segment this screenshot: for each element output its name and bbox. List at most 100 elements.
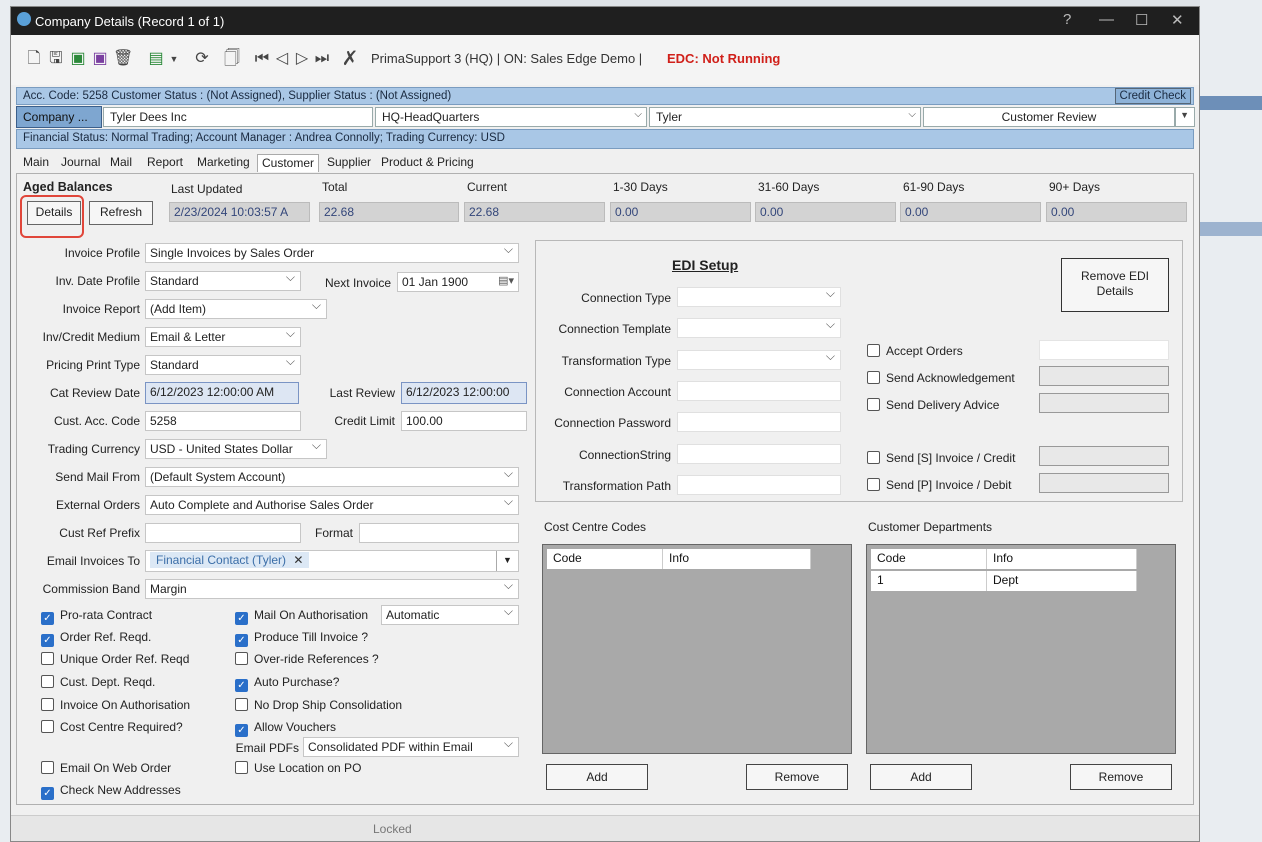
save-new-icon[interactable]: ▣: [69, 49, 87, 69]
trading-currency-select[interactable]: USD - United States Dollar: [145, 439, 327, 459]
remove-edi-button[interactable]: Remove EDI Details: [1061, 258, 1169, 312]
new-icon[interactable]: 🗋: [25, 49, 43, 69]
save-close-icon[interactable]: ▣: [91, 49, 109, 69]
invoice-on-auth-checkbox[interactable]: Invoice On Authorisation: [41, 698, 190, 712]
cust-acc-input[interactable]: 5258: [145, 411, 301, 431]
credit-limit-input[interactable]: 100.00: [401, 411, 527, 431]
cost-centre-add-button[interactable]: Add: [546, 764, 648, 790]
auto-purchase-checkbox[interactable]: ✓ Auto Purchase?: [235, 675, 339, 692]
accept-orders-checkbox[interactable]: Accept Orders: [867, 344, 963, 358]
transformation-path-input[interactable]: [677, 475, 841, 495]
departments-col-code[interactable]: Code: [871, 549, 987, 569]
departments-col-info[interactable]: Info: [987, 549, 1137, 569]
connection-string-input[interactable]: [677, 444, 841, 464]
customer-review-button[interactable]: Customer Review: [923, 107, 1175, 127]
refresh-button[interactable]: Refresh: [89, 201, 153, 225]
print-dropdown-icon[interactable]: ▼: [165, 49, 183, 69]
transformation-type-select[interactable]: [677, 350, 841, 370]
tab-journal[interactable]: Journal: [57, 154, 104, 172]
tab-main[interactable]: Main: [19, 154, 53, 172]
tab-mail[interactable]: Mail: [106, 154, 136, 172]
email-invoices-field[interactable]: Financial Contact (Tyler) ✕ ▼: [145, 550, 519, 572]
email-on-web-order-checkbox[interactable]: Email On Web Order: [41, 761, 171, 775]
next-record-icon[interactable]: ▷: [293, 49, 311, 69]
invoice-profile-select[interactable]: Single Invoices by Sales Order: [145, 243, 519, 263]
help-button[interactable]: ?: [1063, 11, 1071, 28]
email-pdfs-select[interactable]: Consolidated PDF within Email: [303, 737, 519, 757]
maximize-button[interactable]: ☐: [1135, 11, 1148, 29]
remove-tag-icon[interactable]: ✕: [293, 553, 303, 567]
dropdown-arrow-icon[interactable]: ▼: [496, 551, 518, 571]
pricing-print-select[interactable]: Standard: [145, 355, 301, 375]
cost-centre-col-code[interactable]: Code: [547, 549, 663, 569]
cust-ref-input[interactable]: [145, 523, 301, 543]
connection-template-select[interactable]: [677, 318, 841, 338]
tab-customer[interactable]: Customer: [257, 154, 320, 172]
produce-till-checkbox[interactable]: ✓ Produce Till Invoice ?: [235, 630, 368, 647]
last-record-icon[interactable]: ⏭: [313, 49, 331, 69]
cost-centre-col-info[interactable]: Info: [663, 549, 811, 569]
departments-row-info[interactable]: Dept: [987, 571, 1137, 591]
external-orders-select[interactable]: Auto Complete and Authorise Sales Order: [145, 495, 519, 515]
company-name-field[interactable]: Tyler Dees Inc: [103, 107, 373, 127]
departments-grid[interactable]: Code Info 1 Dept: [866, 544, 1176, 754]
previous-record-icon[interactable]: ◁: [273, 49, 291, 69]
credit-check-button[interactable]: Credit Check: [1114, 88, 1191, 104]
cost-centre-required-checkbox[interactable]: Cost Centre Required?: [41, 720, 183, 734]
accept-orders-input[interactable]: [1039, 340, 1169, 360]
commission-select[interactable]: Margin: [145, 579, 519, 599]
cat-review-date[interactable]: 6/12/2023 12:00:00 AM: [145, 382, 299, 404]
send-mail-select[interactable]: (Default System Account): [145, 467, 519, 487]
refresh-icon[interactable]: ⟳: [193, 49, 211, 69]
minimize-button[interactable]: —: [1099, 11, 1114, 28]
send-p-invoice-checkbox[interactable]: Send [P] Invoice / Debit: [867, 478, 1011, 492]
tab-marketing[interactable]: Marketing: [193, 154, 254, 172]
save-icon[interactable]: 🖫: [47, 49, 65, 69]
next-invoice-date[interactable]: 01 Jan 1900 ▤▾: [397, 272, 519, 292]
override-references-checkbox[interactable]: Over-ride References ?: [235, 652, 379, 666]
close-button[interactable]: ✕: [1171, 11, 1184, 29]
company-button[interactable]: Company ...: [16, 106, 102, 128]
check-new-addresses-checkbox[interactable]: ✓ Check New Addresses: [41, 783, 181, 800]
send-delivery-advice-checkbox[interactable]: Send Delivery Advice: [867, 398, 999, 412]
send-s-invoice-checkbox[interactable]: Send [S] Invoice / Credit: [867, 451, 1015, 465]
cust-dept-checkbox[interactable]: Cust. Dept. Reqd.: [41, 675, 155, 689]
cost-centre-grid[interactable]: Code Info: [542, 544, 852, 754]
connection-account-input[interactable]: [677, 381, 841, 401]
send-p-invoice-input[interactable]: [1039, 473, 1169, 493]
delete-icon[interactable]: 🗑: [113, 49, 133, 69]
mail-on-auth-select[interactable]: Automatic: [381, 605, 519, 625]
copy-icon[interactable]: 🗍: [223, 49, 241, 69]
inv-date-profile-select[interactable]: Standard: [145, 271, 301, 291]
print-icon[interactable]: ▤: [147, 49, 165, 69]
use-location-checkbox[interactable]: Use Location on PO: [235, 761, 361, 775]
unique-order-ref-checkbox[interactable]: Unique Order Ref. Reqd: [41, 652, 189, 666]
allow-vouchers-checkbox[interactable]: ✓ Allow Vouchers: [235, 720, 336, 737]
tab-report[interactable]: Report: [143, 154, 187, 172]
contact-select[interactable]: Tyler ⌵: [649, 107, 921, 127]
last-review-date[interactable]: 6/12/2023 12:00:00: [401, 382, 527, 404]
send-acknowledgement-checkbox[interactable]: Send Acknowledgement: [867, 371, 1015, 385]
send-acknowledgement-input[interactable]: [1039, 366, 1169, 386]
connection-type-select[interactable]: [677, 287, 841, 307]
departments-row-code[interactable]: 1: [871, 571, 987, 591]
no-drop-ship-checkbox[interactable]: No Drop Ship Consolidation: [235, 698, 402, 712]
invoice-report-select[interactable]: (Add Item): [145, 299, 327, 319]
connection-password-input[interactable]: [677, 412, 841, 432]
tab-supplier[interactable]: Supplier: [323, 154, 375, 172]
departments-add-button[interactable]: Add: [870, 764, 972, 790]
credit-medium-select[interactable]: Email & Letter: [145, 327, 301, 347]
review-dropdown[interactable]: ▼: [1175, 107, 1195, 127]
tab-product-pricing[interactable]: Product & Pricing: [377, 154, 478, 172]
tools-icon[interactable]: ✗: [341, 49, 359, 69]
send-s-invoice-input[interactable]: [1039, 446, 1169, 466]
cost-centre-remove-button[interactable]: Remove: [746, 764, 848, 790]
pro-rata-checkbox[interactable]: ✓ Pro-rata Contract: [41, 608, 152, 625]
send-delivery-advice-input[interactable]: [1039, 393, 1169, 413]
branch-select[interactable]: HQ-HeadQuarters ⌵: [375, 107, 647, 127]
order-ref-checkbox[interactable]: ✓ Order Ref. Reqd.: [41, 630, 151, 647]
format-input[interactable]: [359, 523, 519, 543]
mail-on-auth-checkbox[interactable]: ✓ Mail On Authorisation: [235, 608, 368, 625]
first-record-icon[interactable]: ⏮: [253, 49, 271, 69]
departments-remove-button[interactable]: Remove: [1070, 764, 1172, 790]
